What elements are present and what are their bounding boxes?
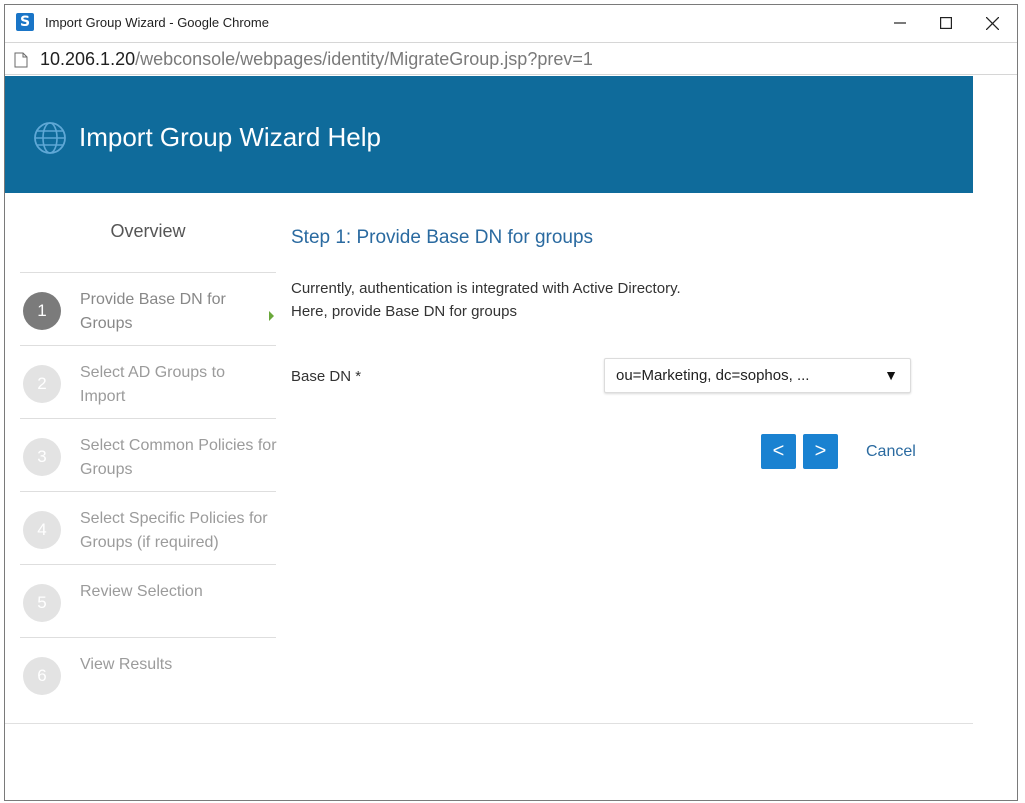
right-margin	[973, 76, 1017, 800]
step-title: Step 1: Provide Base DN for groups	[291, 227, 594, 248]
page-title: Import Group Wizard Help	[79, 122, 381, 152]
step-label: Select AD Groups to Import	[80, 364, 225, 405]
step-number-badge: 3	[23, 438, 61, 476]
wizard-step-1[interactable]: 1 Provide Base DN for Groups	[20, 272, 276, 345]
active-step-arrow-icon	[269, 311, 274, 321]
maximize-icon	[940, 17, 952, 29]
description-line: Currently, authentication is integrated …	[291, 280, 681, 297]
next-button[interactable]: >	[803, 434, 838, 469]
description-line: Here, provide Base DN for groups	[291, 303, 517, 320]
dropdown-caret-icon: ▼	[884, 367, 898, 383]
maximize-button[interactable]	[923, 5, 969, 41]
step-number-badge: 1	[23, 292, 61, 330]
page-icon	[14, 52, 28, 68]
wizard-step-4[interactable]: 4 Select Specific Policies for Groups (i…	[20, 491, 276, 564]
overview-link[interactable]: Overview	[20, 221, 276, 242]
globe-icon	[34, 122, 66, 154]
minimize-icon	[894, 22, 906, 24]
step-number-badge: 5	[23, 584, 61, 622]
step-number-badge: 2	[23, 365, 61, 403]
close-button[interactable]	[969, 5, 1015, 41]
wizard-header: Import Group Wizard Help	[5, 76, 973, 193]
base-dn-label: Base DN *	[291, 368, 362, 385]
step-description: Currently, authentication is integrated …	[291, 277, 681, 323]
base-dn-select[interactable]: ou=Marketing, dc=sophos, ... ▼	[604, 358, 911, 393]
address-bar[interactable]: 10.206.1.20/webconsole/webpages/identity…	[5, 42, 1017, 75]
footer-divider	[5, 723, 973, 724]
step-label: Select Specific Policies for Groups (if …	[80, 510, 268, 551]
step-label: Review Selection	[80, 583, 203, 600]
wizard-step-5[interactable]: 5 Review Selection	[20, 564, 276, 637]
step-number-badge: 4	[23, 511, 61, 549]
base-dn-selected-value: ou=Marketing, dc=sophos, ...	[616, 367, 810, 384]
wizard-step-6[interactable]: 6 View Results	[20, 637, 276, 710]
step-label: Provide Base DN for Groups	[80, 291, 226, 332]
minimize-button[interactable]	[877, 5, 923, 41]
previous-button[interactable]: <	[761, 434, 796, 469]
cancel-link[interactable]: Cancel	[866, 443, 916, 461]
step-number-badge: 6	[23, 657, 61, 695]
browser-window: S Import Group Wizard - Google Chrome 10…	[4, 4, 1018, 801]
wizard-step-3[interactable]: 3 Select Common Policies for Groups	[20, 418, 277, 491]
step-label: View Results	[80, 656, 173, 673]
url-host: 10.206.1.20	[40, 49, 136, 69]
title-bar: S Import Group Wizard - Google Chrome	[5, 5, 1017, 41]
step-label: Select Common Policies for Groups	[80, 437, 277, 478]
window-title: Import Group Wizard - Google Chrome	[45, 15, 269, 30]
wizard-step-2[interactable]: 2 Select AD Groups to Import	[20, 345, 276, 418]
close-icon	[985, 16, 999, 30]
url-path: /webconsole/webpages/identity/MigrateGro…	[135, 49, 593, 69]
site-favicon: S	[16, 13, 34, 31]
url-text[interactable]: 10.206.1.20/webconsole/webpages/identity…	[40, 49, 593, 70]
